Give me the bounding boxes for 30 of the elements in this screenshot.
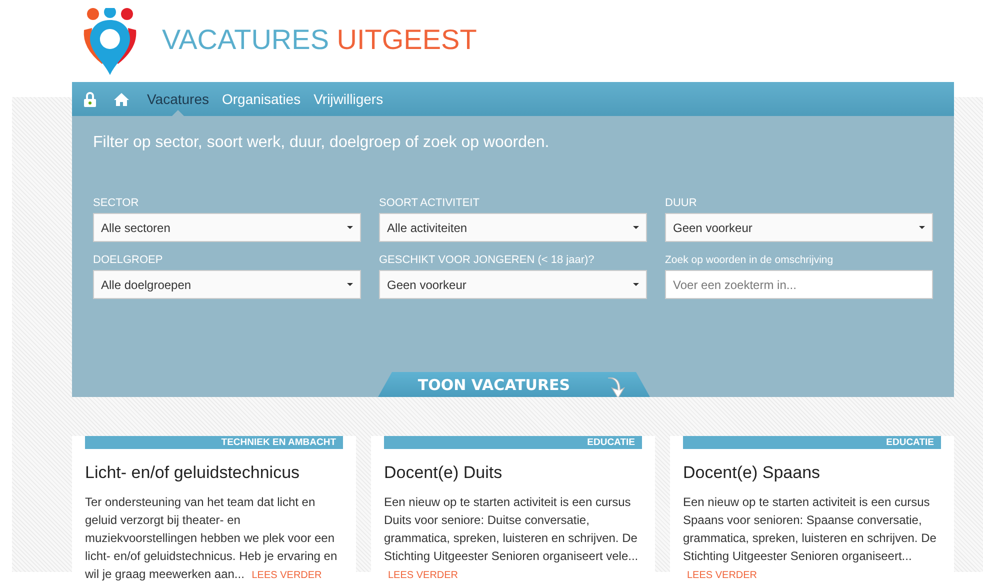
dropdown[interactable]: Alle activiteiten: [379, 213, 647, 242]
field-label: DUUR: [665, 197, 698, 209]
card-title[interactable]: Docent(e) Duits: [384, 463, 642, 483]
category-tag: EDUCATIE: [384, 436, 642, 449]
card-description: Een nieuw op te starten activiteit is een cursus Duits voor seniore: Duitse conversatie, grammatica, spreken, luisteren en schrijven. De Stichting Uitgeester Senioren organiseert vele... LEES VERDER: [384, 494, 640, 582]
dropdown[interactable]: Geen voorkeur: [379, 270, 647, 299]
caret-icon: [347, 283, 353, 286]
dropdown[interactable]: Geen voorkeur: [665, 213, 933, 242]
lock-icon[interactable]: [84, 92, 96, 106]
caret-icon: [633, 226, 639, 229]
nav-link[interactable]: Vacatures: [147, 82, 209, 116]
card-description: Een nieuw op te starten activiteit is een cursus Spaans voor senioren: Spaanse conversatie, grammatica, spreken, luisteren en schrijven. De Stichting Uitgeester Senioren organiseert... LEES VERDER: [683, 494, 938, 582]
field-label: GESCHIKT VOOR JONGEREN (< 18 jaar)?: [379, 254, 596, 266]
search-field[interactable]: Voer een zoekterm in...: [665, 270, 933, 299]
home-icon[interactable]: [114, 92, 129, 106]
field-label: DOELGROEP: [93, 254, 164, 266]
category-tag: EDUCATIE: [683, 436, 941, 449]
card-description: Ter ondersteuning van het team dat licht en geluid verzorgt bij theater- en muziekvoorstellingen hebben we plek voor een licht- en/of geluidstechnicus. Heb je ervaring en wil je graag meewerken aan... LEES VERDER: [85, 494, 338, 582]
caret-icon: [633, 283, 639, 286]
filter-heading: Filter op sector, soort werk, duur, doelgroep of zoek op woorden.: [93, 134, 550, 152]
dropdown[interactable]: Alle sectoren: [93, 213, 361, 242]
card-title[interactable]: Docent(e) Spaans: [683, 463, 941, 483]
field-label: SECTOR: [93, 197, 140, 209]
card-title[interactable]: Licht- en/of geluidstechnicus: [85, 463, 343, 483]
caret-icon: [919, 226, 925, 229]
dropdown[interactable]: Alle doelgroepen: [93, 270, 361, 299]
caret-icon: [347, 226, 353, 229]
category-tag: TECHNIEK EN AMBACHT: [85, 436, 343, 449]
field-label: SOORT ACTIVITEIT: [379, 197, 480, 209]
field-label: Zoek op woorden in de omschrijving: [665, 254, 834, 266]
